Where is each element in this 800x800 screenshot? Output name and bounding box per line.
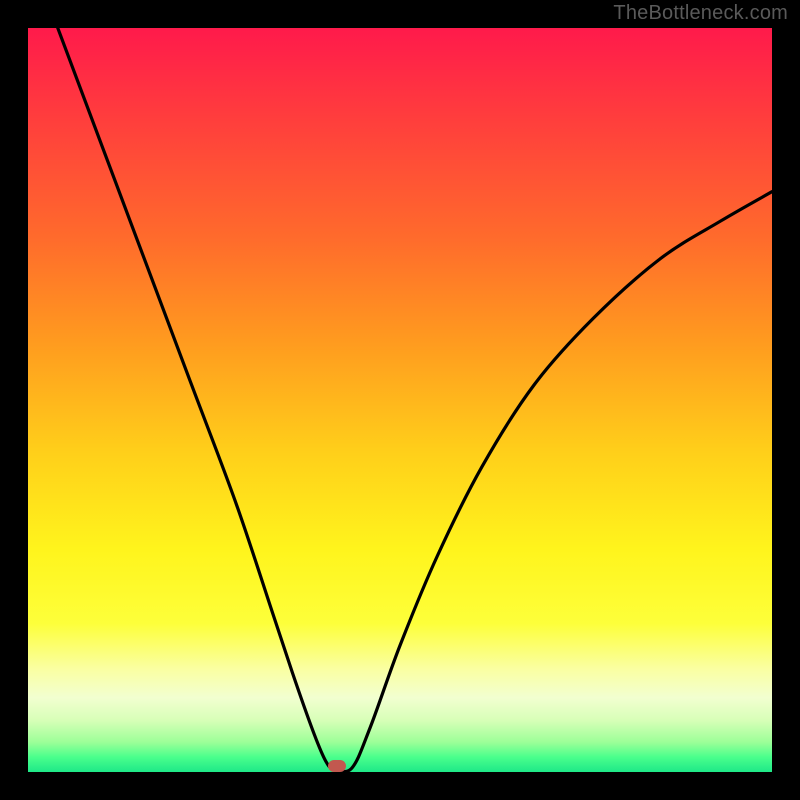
plot-area: [28, 28, 772, 772]
chart-frame: TheBottleneck.com: [0, 0, 800, 800]
optimal-point-marker: [328, 760, 346, 772]
watermark-text: TheBottleneck.com: [613, 2, 788, 25]
bottleneck-curve: [28, 28, 772, 772]
